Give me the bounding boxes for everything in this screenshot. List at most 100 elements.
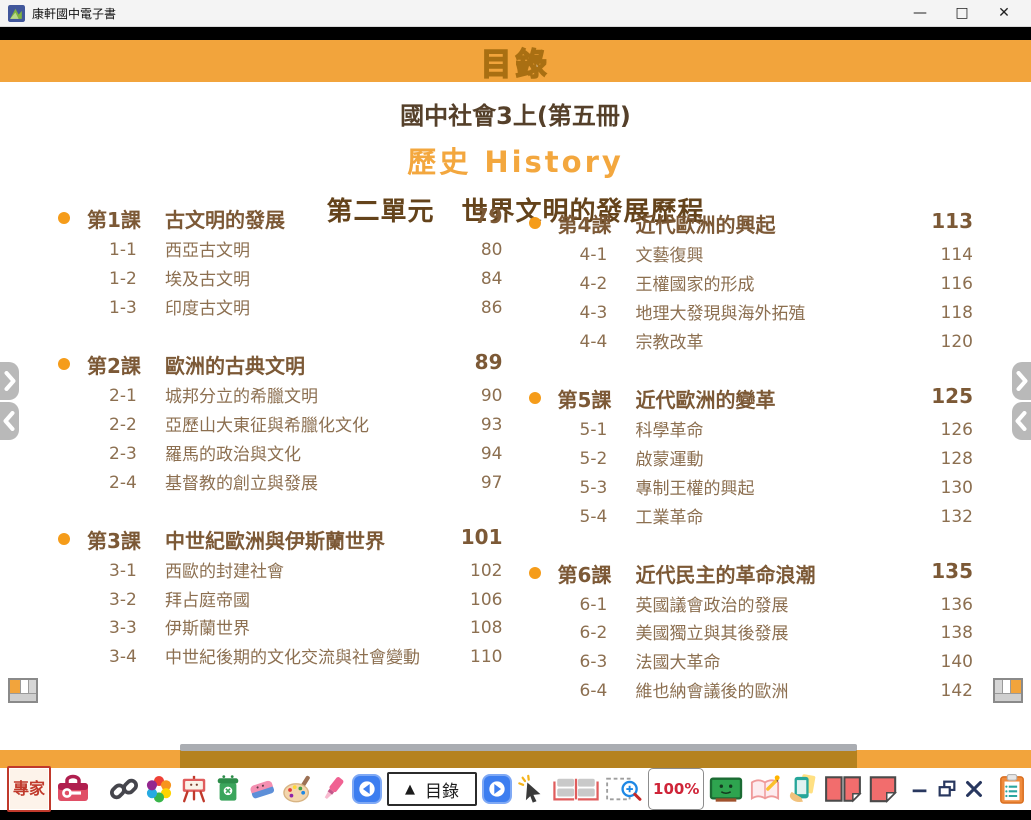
toc-container: 第1課古文明的發展79 1-1西亞古文明80 1-2埃及古文明84 1-3印度古文明8… bbox=[58, 204, 973, 733]
lesson-number: 第4課 bbox=[558, 209, 634, 238]
toc-sub-entry[interactable]: 4-2王權國家的形成116 bbox=[529, 274, 974, 297]
page-selector[interactable]: ▲ 目錄 bbox=[387, 772, 477, 806]
section-page-number: 90 bbox=[451, 386, 503, 406]
right-edge-prev-button[interactable] bbox=[1012, 402, 1031, 440]
bottom-toolbar: 專家 ▲ 目錄 100% bbox=[0, 768, 1031, 810]
toc-sub-entry[interactable]: 1-1西亞古文明80 bbox=[58, 240, 503, 263]
toc-sub-entry[interactable]: 3-3伊斯蘭世界108 bbox=[58, 618, 503, 641]
toc-sub-entry[interactable]: 6-3法國大革命140 bbox=[529, 652, 974, 675]
flip-to-left-page-icon[interactable] bbox=[8, 678, 38, 703]
lesson-number: 第6課 bbox=[558, 559, 634, 588]
clipboard-list-icon[interactable] bbox=[998, 771, 1026, 807]
app-close-button[interactable] bbox=[963, 771, 985, 807]
app-restore-button[interactable] bbox=[936, 771, 958, 807]
window-minimize-button[interactable]: — bbox=[899, 0, 941, 27]
chalkboard-icon[interactable] bbox=[709, 771, 743, 807]
link-icon[interactable] bbox=[109, 771, 139, 807]
cursor-icon[interactable] bbox=[517, 771, 547, 807]
easel-icon[interactable] bbox=[179, 771, 209, 807]
book-title: 國中社會3上(第五冊) bbox=[0, 96, 1031, 131]
app-minimize-button[interactable] bbox=[909, 771, 931, 807]
left-edge-next-button[interactable] bbox=[0, 362, 19, 400]
trash-icon[interactable] bbox=[214, 771, 242, 807]
marker-icon[interactable] bbox=[319, 771, 347, 807]
toc-sub-entry[interactable]: 4-3地理大發現與海外拓殖118 bbox=[529, 303, 974, 326]
toc-lesson-entry[interactable]: 第4課近代歐洲的興起113 bbox=[529, 209, 974, 238]
next-page-button[interactable] bbox=[482, 774, 512, 804]
toc-sub-entry[interactable]: 3-4中世紀後期的文化交流與社會變動110 bbox=[58, 647, 503, 670]
flip-to-right-page-icon[interactable] bbox=[993, 678, 1023, 703]
toc-sub-entry[interactable]: 4-4宗教改革120 bbox=[529, 332, 974, 355]
section-title: 宗教改革 bbox=[636, 332, 920, 355]
section-number: 1-3 bbox=[87, 298, 163, 318]
lesson-page-number: 101 bbox=[451, 525, 503, 549]
section-title: 王權國家的形成 bbox=[636, 274, 920, 297]
toc-sub-entry[interactable]: 6-2美國獨立與其後發展138 bbox=[529, 623, 974, 646]
toc-lesson-entry[interactable]: 第2課歐洲的古典文明89 bbox=[58, 350, 503, 379]
section-number: 4-2 bbox=[558, 274, 634, 294]
open-book-icon[interactable] bbox=[552, 771, 600, 807]
toc-sub-entry[interactable]: 2-3羅馬的政治與文化94 bbox=[58, 444, 503, 467]
minimize-icon bbox=[909, 778, 931, 800]
one-page-view-icon[interactable] bbox=[867, 771, 899, 807]
two-page-view-icon[interactable] bbox=[824, 771, 862, 807]
section-page-number: 93 bbox=[451, 415, 503, 435]
section-title: 專制王權的興起 bbox=[636, 478, 920, 501]
phone-hand-icon[interactable] bbox=[787, 771, 819, 807]
window-maximize-button[interactable]: □ bbox=[941, 0, 983, 27]
toc-lesson-entry[interactable]: 第6課近代民主的革命浪潮135 bbox=[529, 559, 974, 588]
expert-mode-button-left[interactable]: 專家 bbox=[7, 766, 51, 812]
toc-section: 第3課中世紀歐洲與伊斯蘭世界101 3-1西歐的封建社會102 3-2拜占庭帝國10… bbox=[58, 525, 503, 671]
toc-sub-entry[interactable]: 5-2啟蒙運動128 bbox=[529, 449, 974, 472]
toc-lesson-entry[interactable]: 第5課近代歐洲的變革125 bbox=[529, 384, 974, 413]
section-number: 3-4 bbox=[87, 647, 163, 667]
toc-sub-entry[interactable]: 4-1文藝復興114 bbox=[529, 245, 974, 268]
zoom-level-indicator[interactable]: 100% bbox=[648, 768, 704, 810]
toc-section: 第4課近代歐洲的興起113 4-1文藝復興114 4-2王權國家的形成116 4-3地… bbox=[529, 209, 974, 355]
lesson-page-number: 125 bbox=[921, 384, 973, 408]
toc-sub-entry[interactable]: 5-4工業革命132 bbox=[529, 507, 974, 530]
next-page-icon bbox=[488, 780, 506, 798]
eraser-icon[interactable] bbox=[247, 771, 277, 807]
toc-header-title: 目錄 bbox=[481, 39, 551, 84]
toolbox-icon[interactable] bbox=[56, 771, 90, 807]
lesson-title: 歐洲的古典文明 bbox=[165, 350, 449, 379]
toc-sub-entry[interactable]: 2-4基督教的創立與發展97 bbox=[58, 473, 503, 496]
toc-header-band: 目錄 bbox=[0, 40, 1031, 82]
corner-icon-body bbox=[995, 680, 1021, 693]
toc-column-right: 第4課近代歐洲的興起113 4-1文藝復興114 4-2王權國家的形成116 4-3地… bbox=[529, 204, 974, 733]
horizontal-scrollbar[interactable] bbox=[180, 744, 857, 751]
palette-icon[interactable] bbox=[282, 771, 314, 807]
toc-sub-entry[interactable]: 3-1西歐的封建社會102 bbox=[58, 561, 503, 584]
notebook-pen-icon[interactable] bbox=[748, 771, 782, 807]
section-page-number: 110 bbox=[451, 647, 503, 667]
toc-sub-entry[interactable]: 6-4維也納會議後的歐洲142 bbox=[529, 681, 974, 704]
zoom-region-icon[interactable] bbox=[605, 771, 643, 807]
section-number: 4-3 bbox=[558, 303, 634, 323]
toc-lesson-entry[interactable]: 第3課中世紀歐洲與伊斯蘭世界101 bbox=[58, 525, 503, 554]
toc-sub-entry[interactable]: 6-1英國議會政治的發展136 bbox=[529, 595, 974, 618]
toc-sub-entry[interactable]: 5-3專制王權的興起130 bbox=[529, 478, 974, 501]
toc-lesson-entry[interactable]: 第1課古文明的發展79 bbox=[58, 204, 503, 233]
section-page-number: 80 bbox=[451, 240, 503, 260]
prev-page-button[interactable] bbox=[352, 774, 382, 804]
section-title: 科學革命 bbox=[636, 420, 920, 443]
corner-icon-body bbox=[10, 680, 36, 693]
toc-sub-entry[interactable]: 1-3印度古文明86 bbox=[58, 298, 503, 321]
toc-sub-entry[interactable]: 2-2亞歷山大東征與希臘化文化93 bbox=[58, 415, 503, 438]
left-edge-prev-button[interactable] bbox=[0, 402, 19, 440]
toc-sub-entry[interactable]: 1-2埃及古文明84 bbox=[58, 269, 503, 292]
section-title: 西歐的封建社會 bbox=[165, 561, 449, 584]
section-number: 6-3 bbox=[558, 652, 634, 672]
chevron-right-icon bbox=[3, 371, 16, 391]
right-edge-next-button[interactable] bbox=[1012, 362, 1031, 400]
section-title: 西亞古文明 bbox=[165, 240, 449, 263]
color-wheel-icon[interactable] bbox=[144, 771, 174, 807]
toc-sub-entry[interactable]: 5-1科學革命126 bbox=[529, 420, 974, 443]
window-close-button[interactable]: ✕ bbox=[983, 0, 1025, 27]
toc-sub-entry[interactable]: 3-2拜占庭帝國106 bbox=[58, 590, 503, 613]
bookmark-arrow-icon: ▲ bbox=[405, 782, 415, 797]
section-title: 地理大發現與海外拓殖 bbox=[636, 303, 920, 326]
window-controls: — □ ✕ bbox=[899, 0, 1025, 27]
toc-sub-entry[interactable]: 2-1城邦分立的希臘文明90 bbox=[58, 386, 503, 409]
